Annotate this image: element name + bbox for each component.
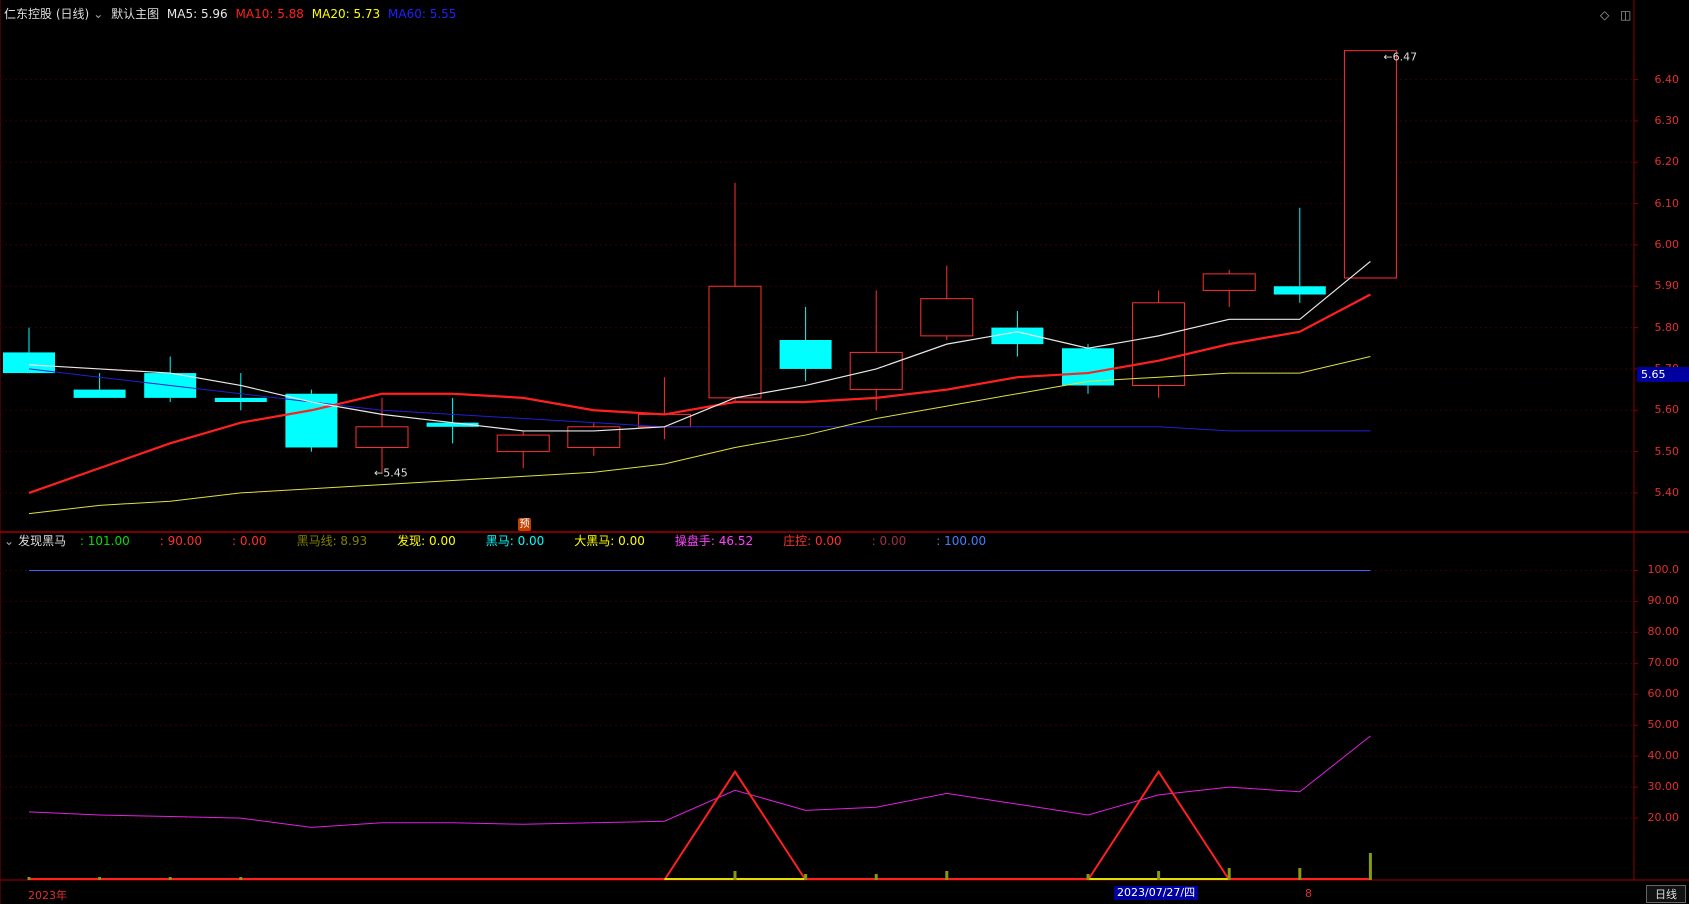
period-button[interactable]: 日线 [1646,885,1686,903]
ma20-label: MA20: 5.73 [311,7,381,21]
sub-axis-label: 20.00 [1647,811,1680,825]
candle-body-down [1273,286,1326,295]
sub-indicator-value: 操盘手: 46.52 [674,534,754,548]
candle-body-up [637,413,691,428]
expand-icon[interactable]: ⌄ [93,7,103,21]
sub-indicator-value: : 0.00 [871,534,907,548]
yu-badge[interactable]: 预 [518,518,531,531]
price-axis-label: 6.40 [1654,72,1680,86]
sub-chart-header: ⌄ 发现黑马 : 101.00 : 90.00 : 0.00 黑马线: 8.93 发现: … [4,533,990,549]
candle-body-up [355,426,409,448]
candle-body-down [779,340,832,369]
signal-tick [1227,868,1231,880]
candle-body-down [3,352,55,374]
sub-indicator-value: : 101.00 [79,534,130,548]
sub-axis-label: 70.00 [1647,656,1680,670]
sub-axis-label: 50.00 [1647,718,1680,732]
price-axis-label: 6.10 [1654,196,1680,210]
candle-body-up [849,351,903,391]
candle-body-up [708,285,762,399]
sub-indicator-value: 黑马: 0.00 [485,534,545,548]
diamond-icon[interactable]: ◇ [1600,8,1609,22]
price-axis-label: 5.50 [1654,444,1680,458]
price-axis-label: 6.30 [1654,113,1680,127]
candle-body-up [920,298,974,337]
sub-axis-label: 80.00 [1647,625,1680,639]
signal-tick [1368,853,1372,880]
sub-indicator-value: : 100.00 [936,534,987,548]
collapse-icon[interactable]: ⌄ [4,534,14,548]
signal-tick [733,871,737,880]
chart-canvas[interactable]: ←6.47 ←5.45 [0,0,1689,904]
signal-tick [1157,871,1161,880]
current-price-tag: 5.65 [1637,367,1689,382]
ma10-label: MA10: 5.88 [235,7,304,21]
candle-body-down [73,389,126,398]
sub-indicator-value: 黑马线: 8.93 [296,534,368,548]
sub-axis-label: 60.00 [1647,687,1680,701]
candle-body-up [496,434,550,453]
signal-tick [874,874,878,880]
indicator-name[interactable]: 发现黑马 [18,534,66,548]
signal-tick [98,877,102,880]
signal-tick [27,877,31,880]
sub-indicator-value: : 0.00 [231,534,267,548]
price-axis-label: 5.60 [1654,403,1680,417]
signal-tick [239,877,243,880]
signal-tick [1298,868,1302,880]
ma60-label: MA60: 5.55 [388,7,457,21]
sub-indicator-value: 发现: 0.00 [397,534,456,548]
x-tick-8: 8 [1305,887,1312,900]
candle-body-down [214,397,267,402]
price-axis-label: 5.90 [1654,279,1680,293]
sub-axis-label: 30.00 [1647,780,1680,794]
x-year-label: 2023年 [28,889,67,902]
low-annotation: ←5.45 [374,466,408,479]
horse-triangle [663,769,807,881]
horse-triangle [1087,769,1231,881]
sub-indicator-value: 大黑马: 0.00 [574,534,645,548]
stock-name[interactable]: 仁东控股 (日线) [4,7,89,21]
panel-toggle-icon[interactable]: ◫ [1620,8,1631,22]
signal-tick [945,871,949,880]
sub-indicator-value: 庄控: 0.00 [783,534,842,548]
signal-tick [1086,874,1090,880]
candle-body-up [1343,50,1397,279]
signal-tick [804,874,808,880]
price-axis-label: 5.80 [1654,320,1680,334]
main-chart-header: 仁东控股 (日线) ⌄ 默认主图 MA5: 5.96 MA10: 5.88 MA2… [4,6,460,22]
candle-body-up [1132,302,1186,386]
sub-axis-label: 100.0 [1647,563,1680,577]
sub-indicator-value: : 90.00 [159,534,202,548]
date-cursor: 2023/07/27/四 [1114,886,1199,900]
template-label[interactable]: 默认主图 [111,7,159,21]
ma5-label: MA5: 5.96 [166,7,228,21]
candle-body-up [1202,273,1256,291]
high-annotation: ←6.47 [1383,51,1417,64]
trader-line [28,735,1371,828]
price-axis-label: 6.20 [1654,155,1680,169]
price-axis-label: 6.00 [1654,237,1680,251]
price-axis-label: 5.40 [1654,485,1680,499]
signal-tick [168,877,172,880]
sub-axis-label: 40.00 [1647,749,1680,763]
sub-axis-label: 90.00 [1647,594,1680,608]
